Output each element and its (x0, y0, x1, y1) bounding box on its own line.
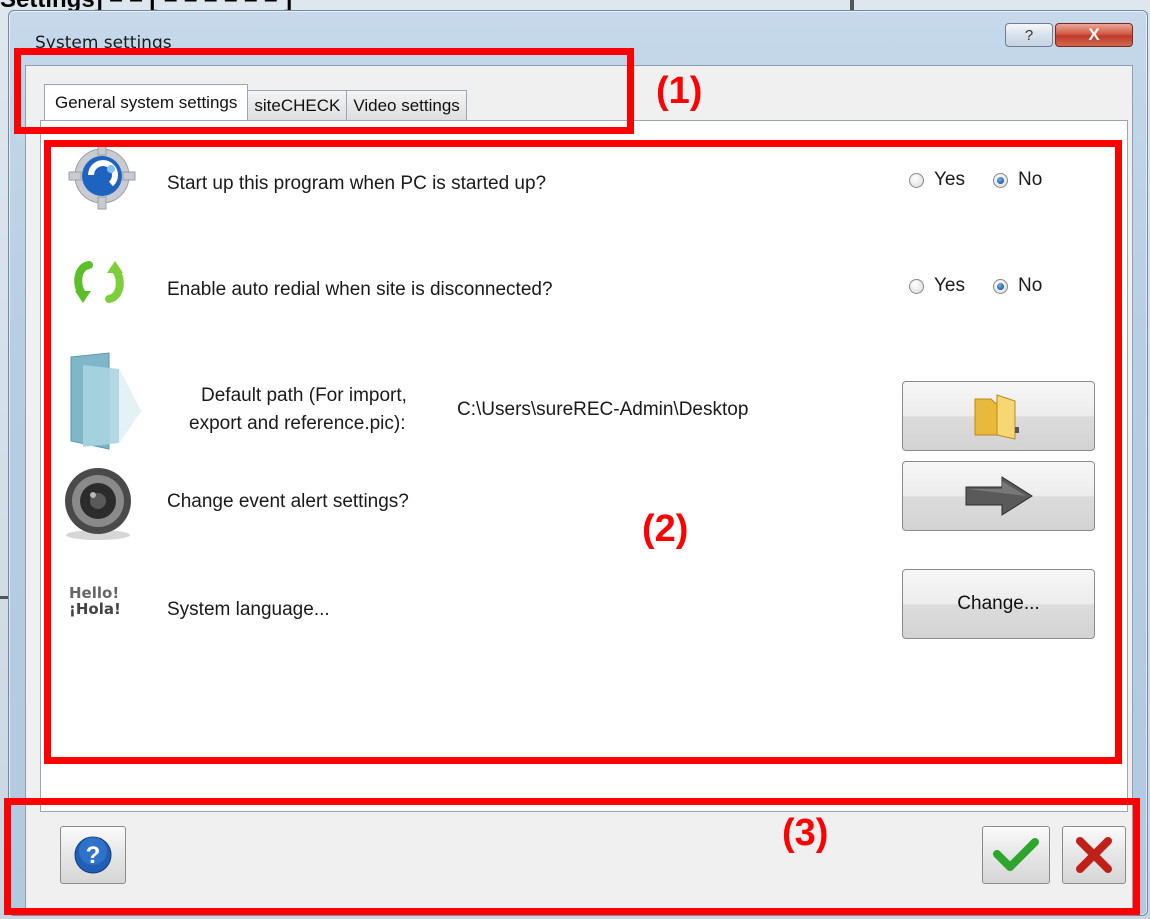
close-icon: X (1088, 25, 1100, 44)
title-help-button[interactable]: ? (1005, 23, 1053, 47)
tab-general-system-settings[interactable]: General system settings (44, 84, 249, 120)
annotation-label-3: (3) (782, 812, 829, 854)
annotation-label-1: (1) (656, 70, 703, 112)
annotation-label-2: (2) (642, 508, 689, 550)
question-icon: ? (1024, 26, 1034, 44)
title-close-button[interactable]: X (1055, 23, 1133, 47)
annotation-box-3 (4, 798, 1140, 915)
annotation-box-2 (44, 140, 1122, 764)
